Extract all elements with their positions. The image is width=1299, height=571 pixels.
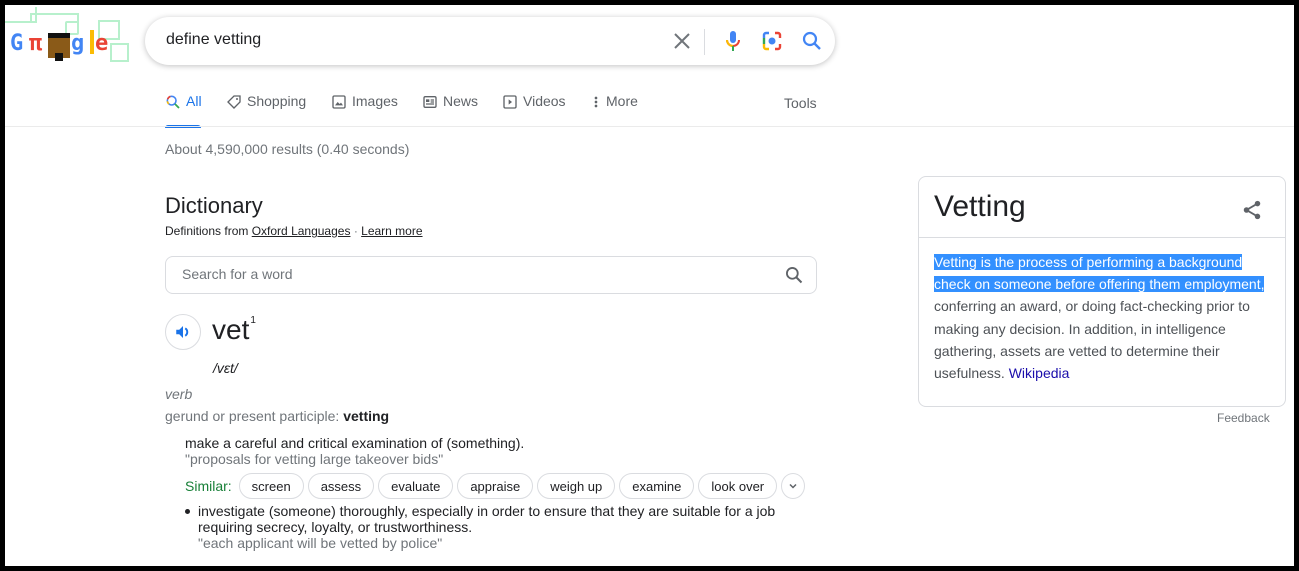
definition-2-example: "each applicant will be vetted by police… [198, 535, 443, 551]
result-stats: About 4,590,000 results (0.40 seconds) [165, 141, 410, 157]
bullet [185, 509, 190, 514]
page: G π g e define vetting All Shopping Imag… [5, 5, 1294, 566]
expand-similar-button[interactable] [781, 473, 806, 499]
doodle-smiley-icon [110, 43, 129, 62]
forms-value: vetting [343, 408, 390, 424]
tab-images[interactable]: Images [331, 93, 398, 127]
newspaper-icon [423, 96, 437, 108]
definition-2: investigate (someone) thoroughly, especi… [185, 503, 805, 551]
microphone-icon[interactable] [721, 29, 745, 53]
share-icon[interactable] [1241, 199, 1263, 226]
phonetic: /vɛt/ [213, 360, 238, 376]
knowledge-panel: Vetting Vetting is the process of perfor… [918, 176, 1286, 407]
knowledge-panel-description: Vetting is the process of performing a b… [934, 251, 1274, 384]
tab-label: Images [352, 93, 398, 109]
tools-button[interactable]: Tools [784, 95, 817, 111]
chevron-down-icon [789, 483, 797, 489]
search-icon[interactable] [784, 265, 804, 290]
tab-label: Shopping [247, 93, 307, 109]
doodle-character-body [55, 53, 63, 61]
logo-letter: g [71, 31, 85, 56]
similar-chip[interactable]: look over [698, 473, 778, 499]
tag-icon [227, 95, 241, 109]
pronunciation-button[interactable] [165, 314, 201, 350]
similar-chip[interactable]: screen [238, 473, 304, 499]
tab-all[interactable]: All [165, 93, 202, 128]
search-input[interactable]: define vetting [166, 31, 261, 49]
tab-shopping[interactable]: Shopping [226, 93, 306, 127]
logo-letter: π [29, 31, 43, 56]
part-of-speech: verb [165, 386, 193, 402]
headword-number: 1 [250, 314, 256, 326]
tab-label: News [443, 93, 479, 109]
definition-1: make a careful and critical examination … [185, 435, 525, 451]
logo-letter: e [95, 31, 109, 56]
definition-1-example: "proposals for vetting large takeover bi… [185, 451, 444, 467]
similar-chip[interactable]: examine [619, 473, 695, 499]
logo-letter: G [10, 31, 24, 56]
image-icon [332, 95, 346, 109]
tabs-divider [5, 126, 1294, 127]
selected-text: Vetting is the process of performing a b… [934, 254, 1265, 293]
tab-videos[interactable]: Videos [502, 93, 566, 127]
feedback-link[interactable]: Feedback [1217, 411, 1270, 425]
tab-label: Videos [523, 93, 566, 109]
forms-label: gerund or present participle: [165, 408, 340, 424]
tab-label: All [186, 93, 202, 109]
tab-label: More [606, 93, 638, 109]
logo-letter-l [90, 30, 94, 54]
similar-chip[interactable]: weigh up [537, 473, 616, 499]
similar-chip[interactable]: appraise [457, 473, 534, 499]
dictionary-title: Dictionary [165, 193, 263, 218]
word-forms: gerund or present participle: vetting [165, 408, 389, 424]
knowledge-panel-divider [919, 237, 1285, 238]
search-divider [704, 29, 705, 55]
separator: · [353, 224, 358, 238]
similar-words: Similar: screen assess evaluate appraise… [185, 472, 806, 500]
speaker-icon [176, 326, 189, 338]
oxford-languages-link[interactable]: Oxford Languages [252, 224, 351, 238]
definition-2-text: investigate (someone) thoroughly, especi… [198, 503, 776, 535]
similar-chip[interactable]: evaluate [378, 473, 454, 499]
description-text: conferring an award, or doing fact-check… [934, 298, 1250, 382]
similar-label: Similar: [185, 478, 232, 494]
word-search-input[interactable] [180, 265, 764, 283]
search-bar[interactable]: define vetting [145, 17, 835, 65]
more-vert-icon [594, 96, 598, 108]
knowledge-panel-title: Vetting [934, 190, 1026, 223]
similar-chip[interactable]: assess [307, 473, 375, 499]
google-doodle-logo[interactable]: G π g e [5, 5, 135, 70]
play-icon [503, 95, 517, 109]
tab-more[interactable]: More [591, 93, 638, 127]
headword: vet1 [212, 314, 256, 346]
learn-more-link[interactable]: Learn more [361, 224, 422, 238]
tab-news[interactable]: News [422, 93, 478, 127]
camera-lens-icon[interactable] [760, 29, 784, 53]
search-icon[interactable] [800, 29, 824, 53]
word-search-box[interactable] [165, 256, 817, 294]
headword-text: vet [212, 314, 250, 345]
search-icon [166, 95, 180, 109]
dictionary-source: Definitions from Oxford Languages · Lear… [165, 224, 423, 238]
clear-icon[interactable] [670, 29, 694, 53]
source-prefix: Definitions from [165, 224, 249, 238]
wikipedia-link[interactable]: Wikipedia [1009, 365, 1070, 381]
